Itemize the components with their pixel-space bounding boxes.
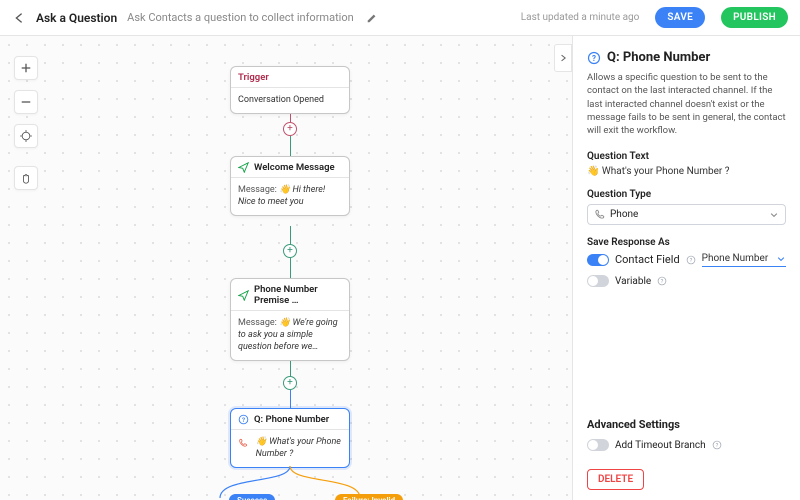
contact-field-toggle[interactable] [587, 254, 609, 266]
node-body: Message: 👋 Hi there! Nice to meet you [231, 177, 349, 215]
delete-button[interactable]: DELETE [587, 469, 644, 490]
phone-icon [238, 436, 248, 450]
page-subtitle: Ask Contacts a question to collect infor… [127, 11, 354, 24]
send-icon [238, 162, 249, 173]
panel-title: Q: Phone Number [587, 50, 786, 65]
variable-toggle[interactable] [587, 275, 609, 287]
question-type-select[interactable]: Phone [587, 204, 786, 225]
add-step-button[interactable]: + [283, 376, 297, 390]
save-button[interactable]: SAVE [655, 7, 705, 28]
send-icon [238, 290, 249, 301]
zoom-out-button[interactable] [14, 90, 38, 114]
workflow-canvas[interactable]: + + + Trigger Conversation Opened Welcom… [0, 36, 572, 500]
zoom-in-button[interactable] [14, 56, 38, 80]
question-type-label: Question Type [587, 189, 786, 200]
save-response-label: Save Response As [587, 237, 786, 248]
node-body: 👋 What's your Phone Number ? [231, 429, 349, 467]
timeout-branch-label: Add Timeout Branch [615, 440, 706, 451]
chevron-down-icon [769, 210, 779, 220]
help-icon[interactable] [712, 440, 722, 450]
node-title: Welcome Message [254, 162, 335, 173]
node-title: Q: Phone Number [254, 414, 329, 425]
node-question-phone[interactable]: Q: Phone Number 👋 What's your Phone Numb… [230, 408, 350, 468]
edit-title-icon[interactable] [366, 12, 378, 24]
contact-field-label: Contact Field [615, 253, 680, 266]
contact-field-select[interactable]: Phone Number [702, 252, 786, 267]
node-title: Trigger [238, 72, 269, 83]
node-phone-premise[interactable]: Phone Number Premise … Message: 👋 We're … [230, 278, 350, 361]
question-text-label: Question Text [587, 151, 786, 162]
variable-label: Variable [615, 276, 651, 287]
question-icon [587, 51, 601, 65]
header: Ask a Question Ask Contacts a question t… [0, 0, 800, 36]
pan-button[interactable] [14, 166, 38, 190]
chevron-down-icon [776, 254, 786, 264]
recenter-button[interactable] [14, 124, 38, 148]
properties-panel: Q: Phone Number Allows a specific questi… [572, 36, 800, 500]
last-updated: Last updated a minute ago [521, 12, 640, 23]
connector [290, 390, 291, 408]
panel-description: Allows a specific question to be sent to… [587, 71, 786, 137]
question-text-value[interactable]: 👋 What's your Phone Number ? [587, 166, 786, 177]
connector [290, 258, 291, 278]
add-step-button[interactable]: + [283, 244, 297, 258]
node-welcome-message[interactable]: Welcome Message Message: 👋 Hi there! Nic… [230, 156, 350, 216]
timeout-branch-toggle[interactable] [587, 439, 609, 451]
node-body: Conversation Opened [231, 87, 349, 113]
branch-success[interactable]: Success [229, 494, 275, 500]
question-icon [238, 414, 249, 425]
back-icon[interactable] [12, 11, 26, 25]
node-trigger[interactable]: Trigger Conversation Opened [230, 66, 350, 114]
publish-button[interactable]: PUBLISH [721, 7, 788, 28]
node-body: Message: 👋 We're going to ask you a simp… [231, 310, 349, 360]
advanced-settings-label: Advanced Settings [587, 418, 786, 431]
help-icon[interactable] [657, 276, 667, 286]
connector [290, 136, 291, 156]
page-title: Ask a Question [36, 11, 117, 25]
connector [290, 226, 291, 246]
node-title: Phone Number Premise … [254, 284, 342, 306]
help-icon[interactable] [686, 255, 696, 265]
add-step-button[interactable]: + [283, 122, 297, 136]
phone-icon [594, 209, 605, 220]
canvas-toolbar [14, 56, 38, 190]
branch-failure[interactable]: Failure: Invalid [335, 494, 403, 500]
